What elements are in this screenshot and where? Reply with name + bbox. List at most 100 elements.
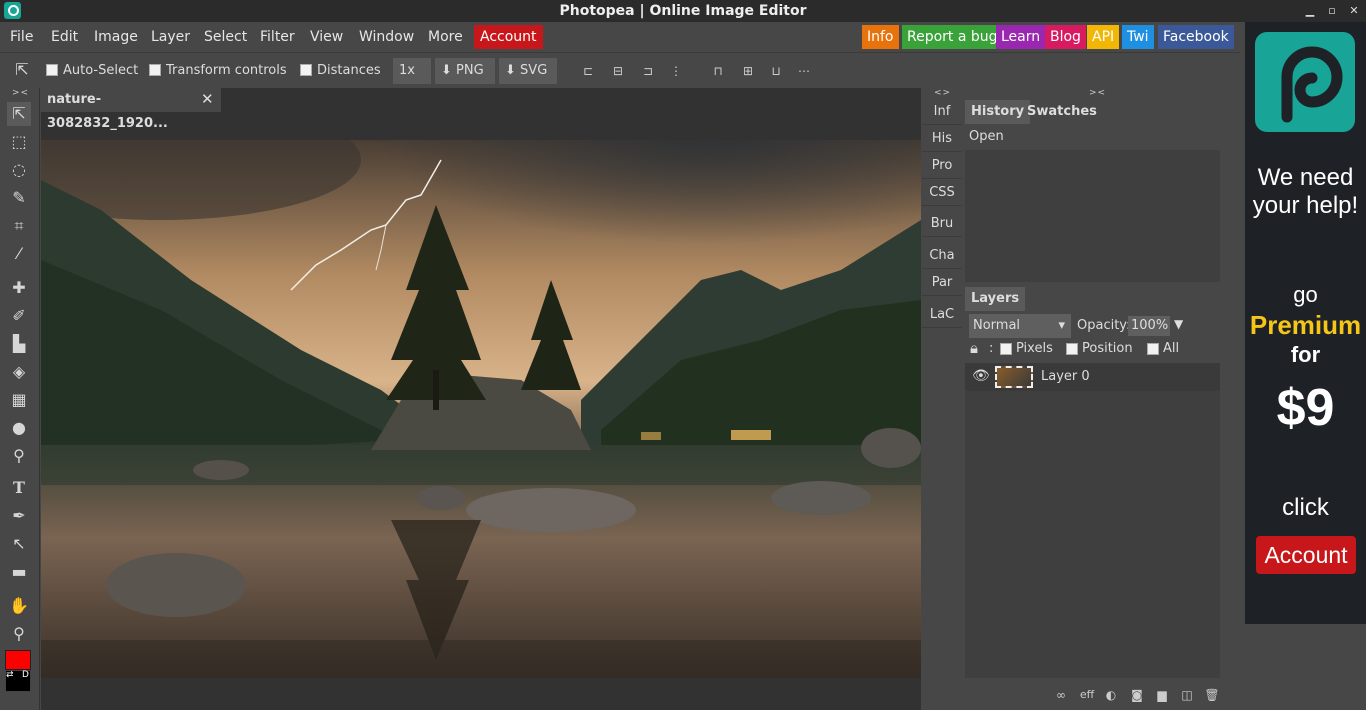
menu-view[interactable]: View (308, 22, 345, 52)
layer-mask-icon[interactable]: ◙ (1129, 688, 1145, 702)
eraser-tool-icon[interactable]: ◈ (7, 360, 31, 384)
layer-row[interactable]: 👁︎ Layer 0 (965, 363, 1220, 391)
tab-swatches[interactable]: Swatches (1021, 100, 1103, 124)
move-tool-icon[interactable]: ⇱ (10, 58, 34, 82)
download-icon: ⬇ (441, 63, 452, 78)
brush-tool-icon[interactable]: ✐ (7, 304, 31, 328)
blend-mode-select[interactable]: Normal ▾ (969, 314, 1071, 338)
foreground-color-swatch[interactable] (5, 650, 31, 670)
side-tab-history[interactable]: His (922, 126, 962, 152)
side-tab-css[interactable]: CSS (922, 180, 962, 206)
close-document-icon[interactable]: ✕ (201, 90, 214, 108)
document-tab[interactable]: nature-3082832_1920... (41, 88, 221, 131)
api-link[interactable]: API (1087, 25, 1120, 49)
ad-account-button[interactable]: Account (1256, 536, 1356, 574)
align-bottom-icon[interactable]: ⊔ (768, 64, 784, 78)
path-select-tool-icon[interactable]: ↖ (7, 532, 31, 556)
image-canvas[interactable] (41, 140, 921, 678)
delete-layer-icon[interactable]: 🗑︎ (1204, 688, 1220, 702)
export-png-button[interactable]: ⬇ PNG (435, 58, 495, 84)
export-svg-button[interactable]: ⬇ SVG (499, 58, 557, 84)
align-right-icon[interactable]: ⊐ (640, 64, 656, 78)
rectangle-tool-icon[interactable]: ▬ (7, 560, 31, 584)
adjustment-layer-icon[interactable]: ◐ (1103, 688, 1119, 702)
new-group-icon[interactable]: ▆ (1154, 688, 1170, 702)
pen-tool-icon[interactable]: ✒ (7, 504, 31, 528)
chevron-down-icon: ▾ (1058, 318, 1065, 333)
menu-image[interactable]: Image (92, 22, 140, 52)
side-tab-character[interactable]: Cha (922, 243, 962, 269)
account-button[interactable]: Account (474, 25, 543, 49)
side-tab-info[interactable]: Inf (922, 99, 962, 125)
lock-pixels-checkbox[interactable] (1000, 343, 1012, 355)
download-icon: ⬇ (505, 63, 516, 78)
premium-ad[interactable]: We need your help! go Premium for $9 cli… (1245, 22, 1366, 624)
menu-filter[interactable]: Filter (258, 22, 297, 52)
report-bug-link[interactable]: Report a bug (902, 25, 1003, 49)
transform-controls-checkbox[interactable] (149, 64, 161, 76)
menu-file[interactable]: File (8, 22, 35, 52)
menu-window[interactable]: Window (357, 22, 416, 52)
tab-layers[interactable]: Layers (965, 287, 1026, 311)
menu-select[interactable]: Select (202, 22, 249, 52)
twitter-link[interactable]: Twi (1122, 25, 1154, 49)
distances-label: Distances (317, 63, 381, 78)
opacity-dropdown-icon[interactable]: ▼ (1174, 317, 1183, 331)
maximize-icon[interactable]: ▫ (1324, 3, 1340, 19)
menu-more[interactable]: More (426, 22, 465, 52)
link-layers-icon[interactable]: ∞ (1053, 688, 1069, 702)
learn-link[interactable]: Learn (996, 25, 1046, 49)
opacity-input[interactable]: 100% (1128, 316, 1170, 336)
facebook-link[interactable]: Facebook (1158, 25, 1234, 49)
move-tool-icon[interactable]: ⇱ (7, 102, 31, 126)
side-tab-paragraph[interactable]: Par (922, 270, 962, 296)
menu-edit[interactable]: Edit (49, 22, 80, 52)
quick-select-tool-icon[interactable]: ✎ (7, 186, 31, 210)
blog-link[interactable]: Blog (1045, 25, 1086, 49)
auto-select-checkbox[interactable] (46, 64, 58, 76)
zoom-select[interactable]: 1x ▾ (393, 58, 431, 104)
clone-stamp-tool-icon[interactable]: ▙ (7, 332, 31, 356)
swap-colors-icon[interactable]: ⇄ (6, 670, 14, 680)
info-link[interactable]: Info (862, 25, 899, 49)
distribute-h-icon[interactable]: ⋮ (668, 64, 684, 78)
side-tab-brush[interactable]: Bru (922, 211, 962, 237)
marquee-tool-icon[interactable]: ⬚ (7, 130, 31, 154)
lock-all-label: All (1163, 341, 1180, 356)
side-tab-properties[interactable]: Pro (922, 153, 962, 179)
layer-effects-icon[interactable]: eff (1079, 688, 1095, 702)
close-icon[interactable]: ✕ (1346, 3, 1362, 19)
new-layer-icon[interactable]: ◫ (1179, 688, 1195, 702)
expand-panels-icon[interactable]: <> (934, 88, 951, 98)
ad-for: for (1290, 342, 1321, 367)
side-tab-layer-comps[interactable]: LaC (922, 302, 962, 328)
collapse-toolbar-icon[interactable]: >< (12, 88, 29, 98)
align-center-v-icon[interactable]: ⊞ (740, 64, 756, 78)
menu-layer[interactable]: Layer (149, 22, 192, 52)
distances-checkbox[interactable] (300, 64, 312, 76)
distribute-v-icon[interactable]: ⋯ (796, 64, 812, 78)
zoom-tool-icon[interactable]: ⚲ (7, 622, 31, 646)
blur-tool-icon[interactable]: ● (7, 416, 31, 440)
eye-icon[interactable]: 👁︎ (972, 368, 990, 384)
minimize-icon[interactable]: ▁ (1302, 3, 1318, 19)
align-top-icon[interactable]: ⊓ (710, 64, 726, 78)
type-tool-icon[interactable]: T (7, 476, 31, 500)
align-left-icon[interactable]: ⊏ (580, 64, 596, 78)
lasso-tool-icon[interactable]: ◌ (7, 158, 31, 182)
eyedropper-tool-icon[interactable]: ⁄ (7, 242, 31, 266)
hand-tool-icon[interactable]: ✋ (7, 594, 31, 618)
default-colors-icon[interactable]: D (22, 670, 29, 680)
ad-go: go (1293, 282, 1318, 307)
dodge-tool-icon[interactable]: ⚲ (7, 444, 31, 468)
crop-tool-icon[interactable]: ⌗ (7, 214, 31, 238)
align-center-h-icon[interactable]: ⊟ (610, 64, 626, 78)
collapse-right-panel-icon[interactable]: >< (1089, 88, 1106, 98)
history-item-open[interactable]: Open (965, 126, 1220, 150)
photopea-logo-mark (1281, 46, 1343, 123)
lock-position-label: Position (1082, 341, 1133, 356)
lock-position-checkbox[interactable] (1066, 343, 1078, 355)
healing-brush-tool-icon[interactable]: ✚ (7, 276, 31, 300)
lock-all-checkbox[interactable] (1147, 343, 1159, 355)
gradient-tool-icon[interactable]: ▦ (7, 388, 31, 412)
